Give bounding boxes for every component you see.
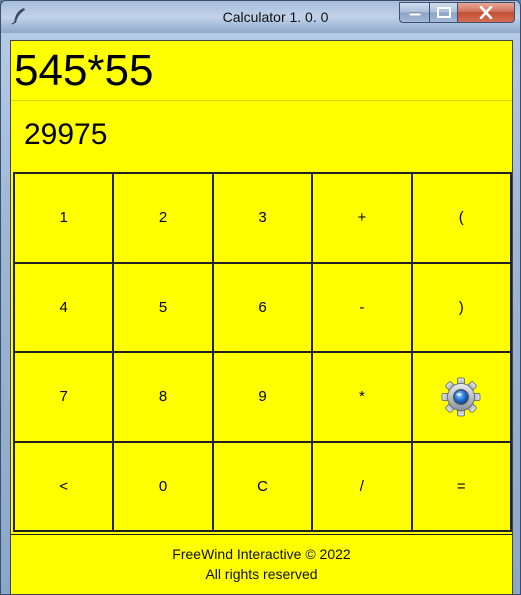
- key-9[interactable]: 9: [212, 352, 313, 442]
- key-close-paren[interactable]: ): [411, 262, 511, 352]
- calculator-body: 545*55 29975 1 2 3 + ( 4 5 6 - ) 7 8 9 *: [10, 40, 513, 595]
- close-button[interactable]: [457, 2, 515, 23]
- key-8[interactable]: 8: [113, 352, 213, 442]
- key-2[interactable]: 2: [113, 173, 213, 263]
- settings-button[interactable]: [411, 352, 511, 442]
- copyright-text: FreeWind Interactive © 2022: [172, 546, 351, 562]
- key-divide[interactable]: /: [312, 441, 412, 531]
- key-plus[interactable]: +: [312, 173, 412, 263]
- close-icon: [479, 6, 493, 19]
- window-controls: [399, 2, 515, 24]
- maximize-icon: [436, 7, 451, 18]
- key-5[interactable]: 5: [113, 262, 213, 352]
- result-display: 29975: [24, 118, 108, 151]
- key-clear[interactable]: C: [212, 441, 313, 531]
- expression-display[interactable]: 545*55: [11, 41, 512, 101]
- maximize-button[interactable]: [429, 2, 457, 23]
- key-multiply[interactable]: *: [312, 352, 412, 442]
- key-open-paren[interactable]: (: [411, 173, 511, 263]
- key-0[interactable]: 0: [113, 441, 213, 531]
- rights-text: All rights reserved: [205, 566, 318, 582]
- key-6[interactable]: 6: [212, 262, 313, 352]
- keypad: 1 2 3 + ( 4 5 6 - ) 7 8 9 * < 0 C / =: [13, 172, 512, 532]
- app-window: Calculator 1. 0. 0 545*55 29975 1 2 3 + …: [0, 0, 521, 595]
- key-1[interactable]: 1: [14, 173, 114, 263]
- gear-icon: [441, 377, 481, 417]
- key-minus[interactable]: -: [312, 262, 412, 352]
- minimize-button[interactable]: [399, 2, 429, 23]
- key-equals[interactable]: =: [411, 441, 511, 531]
- footer: FreeWind Interactive © 2022 All rights r…: [11, 534, 512, 594]
- key-7[interactable]: 7: [14, 352, 114, 442]
- key-backspace[interactable]: <: [14, 441, 114, 531]
- key-3[interactable]: 3: [212, 173, 313, 263]
- key-4[interactable]: 4: [14, 262, 114, 352]
- title-bar[interactable]: Calculator 1. 0. 0: [1, 1, 520, 33]
- minimize-icon: [408, 12, 421, 16]
